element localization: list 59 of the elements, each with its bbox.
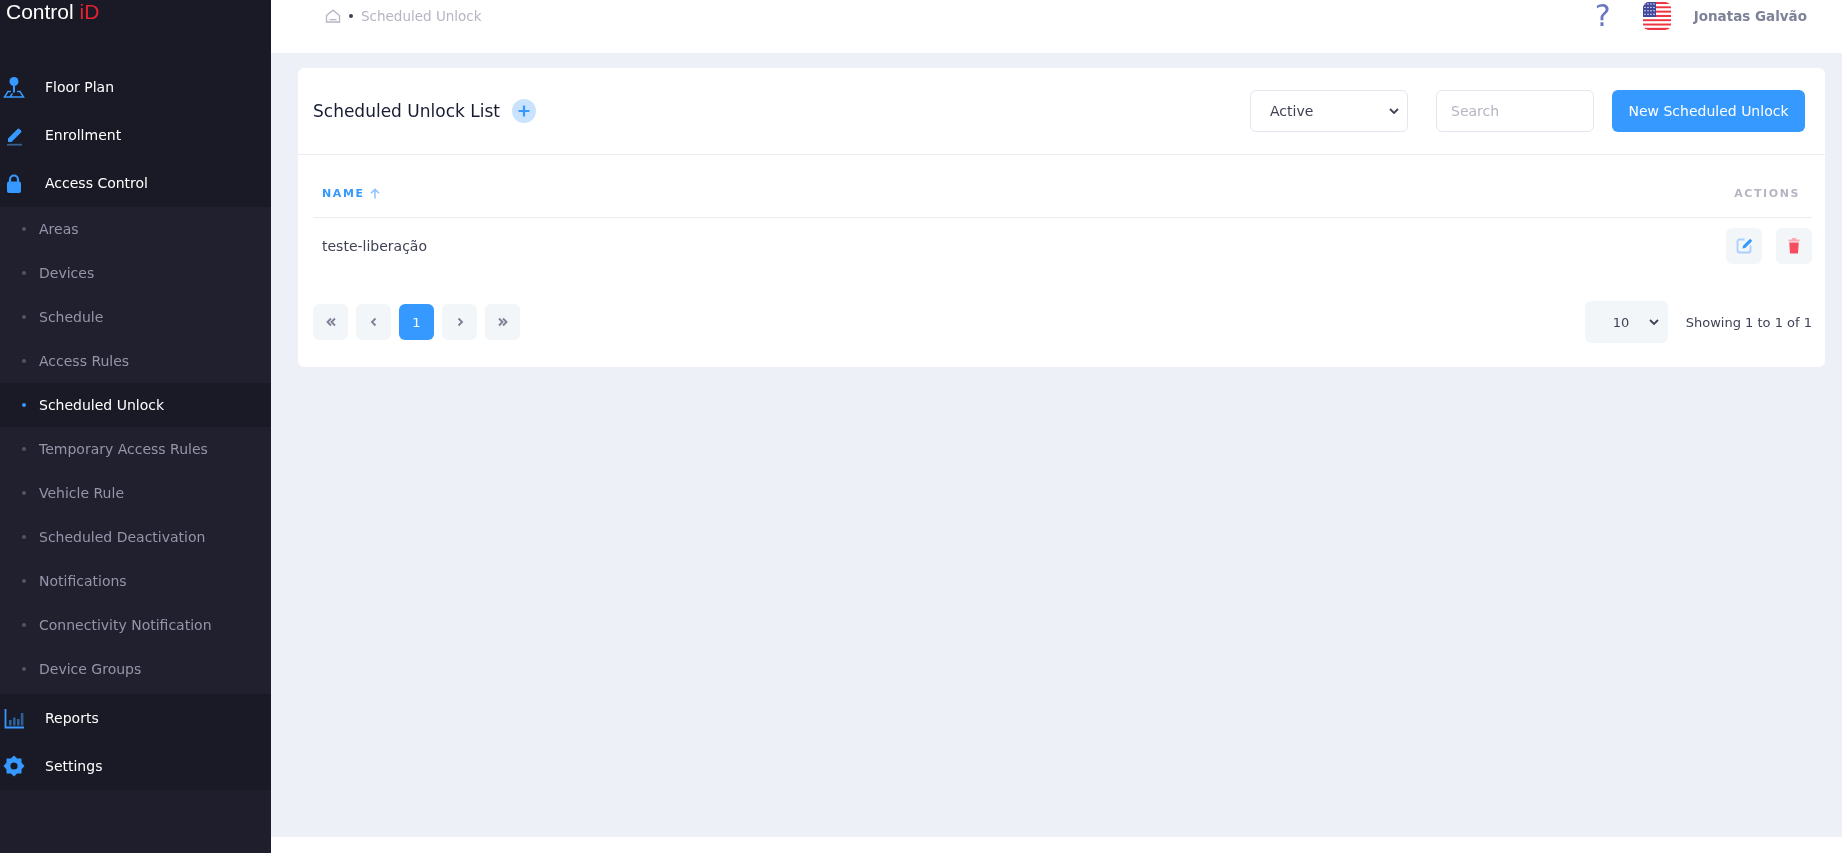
logo: Control iD: [6, 0, 100, 24]
submenu-item[interactable]: Vehicle Rule: [0, 471, 271, 515]
submenu-item[interactable]: Devices: [0, 251, 271, 295]
bullet-icon: [22, 359, 26, 363]
submenu-item[interactable]: Device Groups: [0, 647, 271, 691]
map-pin-icon: [3, 76, 25, 98]
bullet-icon: [22, 271, 26, 275]
bullet-icon: [22, 535, 26, 539]
bar-chart-icon: [3, 707, 25, 729]
column-header[interactable]: NAME: [322, 186, 380, 200]
new-scheduled-unlock-button[interactable]: New Scheduled Unlock: [1612, 90, 1805, 132]
bullet-icon: [22, 491, 26, 495]
page-button[interactable]: 1: [399, 304, 434, 340]
card-title: Scheduled Unlock List: [313, 101, 500, 121]
bullet-icon: [349, 14, 353, 18]
submenu-item[interactable]: Areas: [0, 207, 271, 251]
submenu-item[interactable]: Schedule: [0, 295, 271, 339]
column-header: ACTIONS: [1734, 186, 1800, 200]
status-select[interactable]: Active: [1250, 90, 1408, 132]
bullet-icon: [22, 315, 26, 319]
sidebar-item[interactable]: Floor Plan: [0, 63, 271, 111]
edit-button[interactable]: [1726, 228, 1762, 264]
chevron-down-icon: [1648, 319, 1659, 325]
chevron-down-icon: [1389, 108, 1399, 114]
flag-icon[interactable]: [1642, 2, 1671, 30]
arrow-up-icon: [369, 187, 380, 199]
sidebar-item[interactable]: Access Control: [0, 159, 271, 207]
submenu-item[interactable]: Access Rules: [0, 339, 271, 383]
user-name[interactable]: Jonatas Galvão: [1693, 8, 1807, 24]
last-page-button[interactable]: [485, 304, 520, 340]
add-icon[interactable]: [511, 99, 536, 123]
sidebar-item[interactable]: Enrollment: [0, 111, 271, 159]
chevron-left-icon: [368, 317, 379, 327]
double-chevron-right-icon: [497, 317, 508, 327]
bullet-icon: [22, 447, 26, 451]
home-icon[interactable]: [325, 9, 341, 23]
page-size-select[interactable]: 10: [1584, 301, 1668, 343]
bullet-icon: [22, 403, 26, 407]
search-field[interactable]: Search: [1436, 90, 1594, 132]
sidebar-item[interactable]: Settings: [0, 742, 271, 790]
submenu-item[interactable]: Temporary Access Rules: [0, 427, 271, 471]
submenu-item[interactable]: Scheduled Unlock: [0, 383, 271, 427]
submenu-item[interactable]: Connectivity Notification: [0, 603, 271, 647]
submenu-item[interactable]: Notifications: [0, 559, 271, 603]
delete-button[interactable]: [1776, 228, 1812, 264]
bullet-icon: [22, 667, 26, 671]
pagination-summary: Showing 1 to 1 of 1: [1685, 314, 1812, 330]
sidebar-item[interactable]: Reports: [0, 694, 271, 742]
table-cell-text: teste-liberação: [321, 238, 427, 254]
edit-icon: [1735, 237, 1753, 255]
settings-icon: [3, 755, 25, 777]
breadcrumb-current: Scheduled Unlock: [361, 8, 482, 24]
bullet-icon: [22, 623, 26, 627]
submenu-item[interactable]: Scheduled Deactivation: [0, 515, 271, 559]
double-chevron-left-icon: [325, 317, 336, 327]
bullet-icon: [22, 579, 26, 583]
first-page-button[interactable]: [313, 304, 348, 340]
help-button[interactable]: ?: [1594, 1, 1611, 31]
bullet-icon: [22, 227, 26, 231]
